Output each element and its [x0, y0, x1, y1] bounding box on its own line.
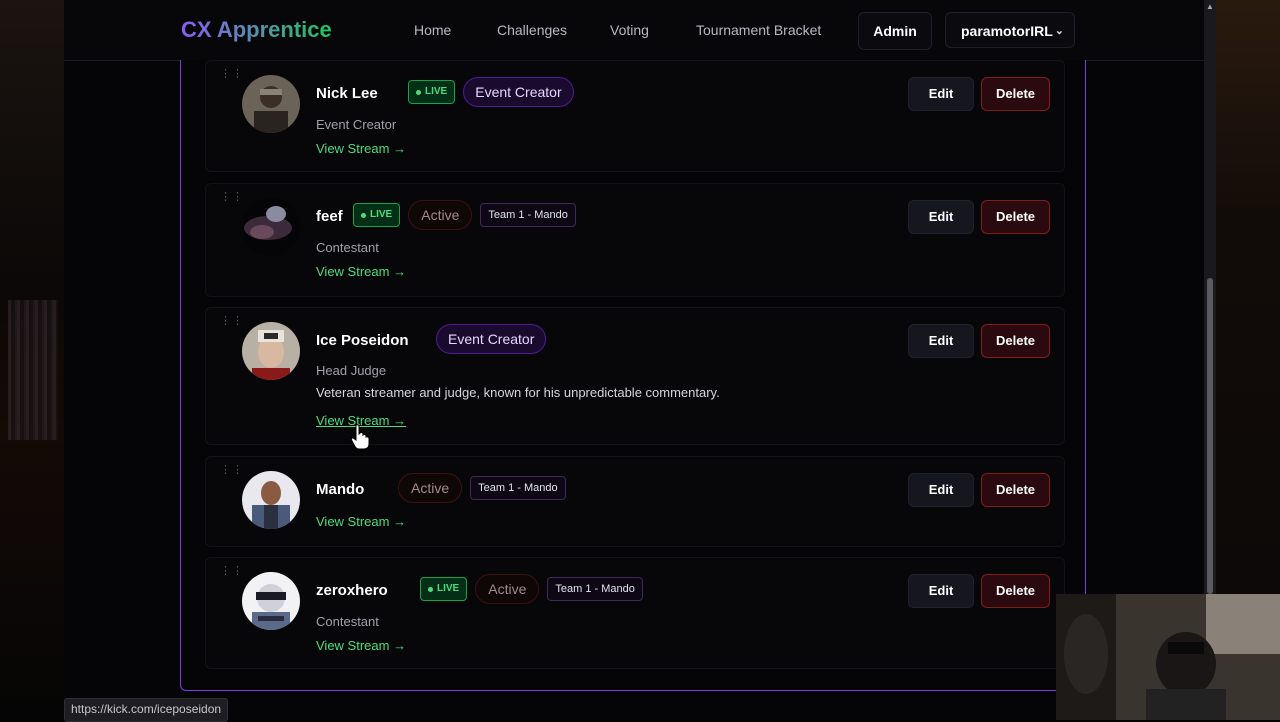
participant-role: Contestant	[316, 240, 379, 255]
delete-button[interactable]: Delete	[981, 473, 1050, 507]
avatar	[242, 75, 300, 133]
avatar	[242, 572, 300, 630]
badge-group: Event Creator	[436, 324, 547, 354]
participant-card: ⋮⋮ feef LIVE Active Team 1 - Mando Conte…	[205, 183, 1065, 297]
participant-card: ⋮⋮ Ice Poseidon Event Creator Head Judge…	[205, 307, 1065, 445]
user-name: paramotorIRL	[961, 23, 1053, 39]
badge-group: Active Team 1 - Mando	[398, 473, 566, 503]
live-badge: LIVE	[408, 80, 456, 104]
nav-link-home[interactable]: Home	[414, 22, 451, 38]
status-bar-url: https://kick.com/iceposeidon	[64, 698, 229, 722]
live-badge: LIVE	[420, 577, 468, 601]
edit-button[interactable]: Edit	[908, 324, 974, 358]
status-badge: Active	[408, 200, 473, 230]
participant-name: Nick Lee	[316, 85, 378, 102]
participant-description: Veteran streamer and judge, known for hi…	[316, 385, 720, 400]
avatar	[242, 198, 300, 256]
app-window: CX Apprentice Home Challenges Voting Tou…	[64, 0, 1204, 720]
status-badge: Active	[398, 473, 463, 503]
drag-handle-icon[interactable]: ⋮⋮	[220, 566, 244, 577]
team-badge: Team 1 - Mando	[480, 203, 576, 227]
drag-handle-icon[interactable]: ⋮⋮	[220, 69, 244, 80]
avatar	[242, 322, 300, 380]
participant-role: Contestant	[316, 614, 379, 629]
drag-handle-icon[interactable]: ⋮⋮	[220, 465, 244, 476]
avatar	[242, 471, 300, 529]
edit-button[interactable]: Edit	[908, 77, 974, 111]
live-dot-icon	[428, 586, 433, 592]
badge-group: LIVE Event Creator	[408, 77, 574, 107]
participant-name: Mando	[316, 481, 365, 498]
site-logo[interactable]: CX Apprentice	[181, 17, 332, 43]
delete-button[interactable]: Delete	[981, 574, 1050, 608]
live-label: LIVE	[370, 209, 393, 220]
status-badge: Active	[475, 574, 540, 604]
badge-group: LIVE Active Team 1 - Mando	[353, 200, 576, 230]
delete-button[interactable]: Delete	[981, 324, 1050, 358]
edit-button[interactable]: Edit	[908, 200, 974, 234]
view-stream-link[interactable]: View Stream →	[316, 514, 406, 529]
background-glitch	[8, 300, 58, 440]
hand-pointer-cursor-icon	[350, 424, 370, 450]
participant-name: Ice Poseidon	[316, 332, 409, 349]
webcam-overlay	[1056, 594, 1280, 720]
live-dot-icon	[416, 89, 421, 95]
live-label: LIVE	[437, 583, 460, 594]
drag-handle-icon[interactable]: ⋮⋮	[220, 316, 244, 327]
participant-card: ⋮⋮ Nick Lee LIVE Event Creator Event Cre…	[205, 60, 1065, 172]
participants-panel: ⋮⋮ Nick Lee LIVE Event Creator Event Cre…	[180, 60, 1086, 691]
nav-link-challenges[interactable]: Challenges	[497, 22, 567, 38]
delete-button[interactable]: Delete	[981, 77, 1050, 111]
team-badge: Team 1 - Mando	[470, 476, 566, 500]
live-label: LIVE	[425, 86, 448, 97]
edit-button[interactable]: Edit	[908, 473, 974, 507]
status-badge: Event Creator	[463, 77, 574, 107]
nav-link-tournament-bracket[interactable]: Tournament Bracket	[696, 22, 821, 38]
nav-link-voting[interactable]: Voting	[610, 22, 649, 38]
drag-handle-icon[interactable]: ⋮⋮	[220, 192, 244, 203]
edit-button[interactable]: Edit	[908, 574, 974, 608]
admin-button[interactable]: Admin	[858, 12, 932, 50]
live-dot-icon	[361, 212, 366, 218]
scrollbar-thumb[interactable]	[1207, 278, 1213, 594]
team-badge: Team 1 - Mando	[547, 577, 643, 601]
view-stream-link[interactable]: View Stream →	[316, 141, 406, 156]
participant-role: Event Creator	[316, 117, 397, 132]
view-stream-link[interactable]: View Stream →	[316, 638, 406, 653]
user-menu-button[interactable]: paramotorIRL ⌄	[945, 12, 1075, 48]
delete-button[interactable]: Delete	[981, 200, 1050, 234]
scroll-up-arrow-icon[interactable]: ▲	[1206, 2, 1214, 12]
participant-role: Head Judge	[316, 363, 387, 378]
participant-card: ⋮⋮ Mando Active Team 1 - Mando View Stre…	[205, 456, 1065, 547]
participant-card: ⋮⋮ zeroxhero LIVE Active Team 1 - Mando …	[205, 557, 1065, 669]
participant-name: zeroxhero	[316, 582, 388, 599]
view-stream-link[interactable]: View Stream →	[316, 264, 406, 279]
navbar: CX Apprentice Home Challenges Voting Tou…	[64, 0, 1204, 61]
live-badge: LIVE	[353, 203, 401, 227]
badge-group: LIVE Active Team 1 - Mando	[420, 574, 643, 604]
chevron-down-icon: ⌄	[1054, 25, 1064, 37]
participant-name: feef	[316, 208, 343, 225]
status-badge: Event Creator	[436, 324, 547, 354]
background-left	[0, 0, 64, 720]
